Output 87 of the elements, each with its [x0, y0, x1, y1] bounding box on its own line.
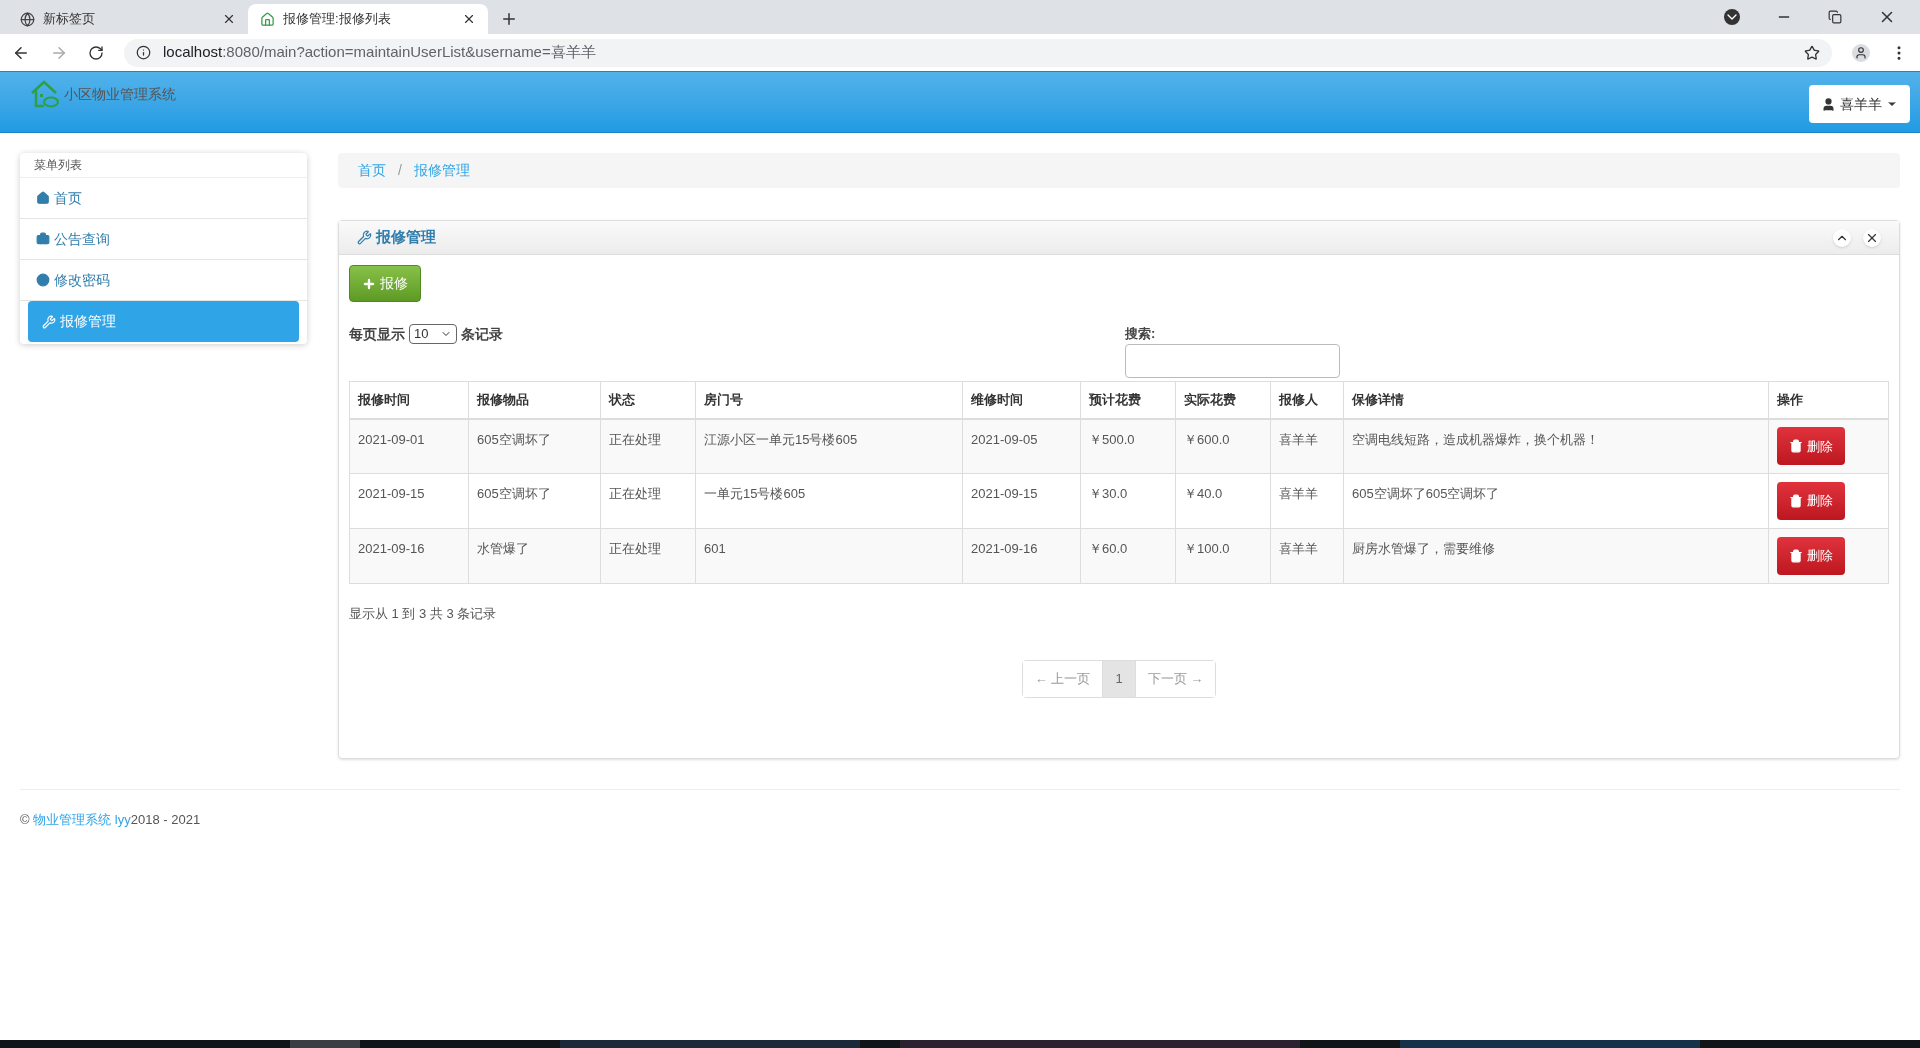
address-bar[interactable]: localhost:8080/main?action=maintainUserList&username=喜羊羊	[124, 38, 1832, 67]
add-repair-button[interactable]: 报修	[349, 265, 421, 302]
breadcrumb-link[interactable]: 首页	[354, 160, 390, 181]
column-header: 状态	[600, 381, 696, 419]
reload-icon[interactable]	[88, 44, 104, 61]
table-cell: 605空调坏了	[468, 418, 601, 474]
column-header: 预计花费	[1080, 381, 1176, 419]
table-cell: 2021-09-15	[962, 473, 1081, 529]
sidebar-title: 菜单列表	[20, 153, 307, 178]
wrench-icon	[42, 314, 56, 329]
table-cell: 喜羊羊	[1270, 473, 1344, 529]
browser-tab[interactable]: 报修管理:报修列表	[248, 4, 488, 34]
table-cell: ￥60.0	[1080, 528, 1176, 584]
brand-title[interactable]: 小区物业管理系统	[64, 83, 176, 105]
table-cell: 空调电线短路，造成机器爆炸，换个机器！	[1343, 418, 1769, 474]
table-cell: 2021-09-16	[349, 528, 469, 584]
table-cell: 正在处理	[600, 473, 696, 529]
page-size-select[interactable]: 10	[409, 324, 457, 344]
search-field[interactable]	[1125, 343, 1340, 378]
column-header: 报修人	[1270, 381, 1344, 419]
home-icon	[36, 191, 50, 205]
table-cell: 厨房水管爆了，需要维修	[1343, 528, 1769, 584]
table-cell: ￥40.0	[1175, 473, 1271, 529]
page-size-suffix: 条记录	[461, 325, 503, 344]
house-icon	[260, 11, 275, 27]
table-cell: 2021-09-15	[349, 473, 469, 529]
tab-title: 报修管理:报修列表	[283, 10, 392, 29]
table-cell: ￥600.0	[1175, 418, 1271, 474]
close-icon[interactable]	[1863, 228, 1881, 247]
table-cell: 605空调坏了605空调坏了	[1343, 473, 1769, 529]
delete-button[interactable]: 删除	[1777, 427, 1845, 466]
pagination-link[interactable]: 1	[1102, 660, 1135, 697]
page-size-label: 每页显示	[349, 325, 405, 344]
profile-icon[interactable]	[1852, 43, 1870, 62]
table-cell: 喜羊羊	[1270, 418, 1344, 474]
breadcrumb-separator: /	[398, 161, 402, 180]
trash-icon	[1789, 549, 1803, 563]
column-header: 报修物品	[468, 381, 601, 419]
table-info: 显示从 1 到 3 共 3 条记录	[349, 605, 498, 623]
close-icon[interactable]	[462, 12, 476, 26]
column-header: 房门号	[695, 381, 963, 419]
panel-title: 报修管理	[376, 227, 436, 248]
wrench-icon	[357, 230, 372, 245]
globe-icon	[20, 11, 35, 27]
footer-text: © 物业管理系统 lyy2018 - 2021	[20, 812, 201, 827]
breadcrumb-link[interactable]: 报修管理	[409, 160, 474, 181]
collapse-icon[interactable]	[1833, 228, 1851, 247]
user-menu-button[interactable]: 喜羊羊	[1809, 85, 1910, 123]
plus-icon	[362, 276, 376, 291]
search-label: 搜索:	[1125, 325, 1157, 343]
column-header: 维修时间	[962, 381, 1081, 419]
delete-button[interactable]: 删除	[1777, 482, 1845, 520]
column-header: 保修详情	[1343, 381, 1769, 419]
tab-title: 新标签页	[43, 10, 96, 29]
user-icon	[1821, 96, 1836, 112]
table-cell: 江源小区一单元15号楼605	[695, 418, 963, 474]
column-header: 报修时间	[349, 381, 469, 419]
briefcase-icon	[36, 232, 50, 246]
close-icon[interactable]	[222, 12, 236, 26]
table-cell: ￥500.0	[1080, 418, 1176, 474]
table-cell: ￥30.0	[1080, 473, 1176, 529]
sidebar-item[interactable]: 报修管理	[28, 301, 299, 342]
footer-link[interactable]: 物业管理系统 lyy	[33, 812, 131, 827]
delete-button[interactable]: 删除	[1777, 537, 1845, 575]
table-cell: 正在处理	[600, 528, 696, 584]
table-cell: ￥100.0	[1175, 528, 1271, 584]
table-cell: 正在处理	[600, 418, 696, 474]
table-cell: 2021-09-16	[962, 528, 1081, 584]
table-cell: 2021-09-05	[962, 418, 1081, 474]
sidebar-item[interactable]: 公告查询	[20, 219, 307, 260]
dropdown-icon[interactable]	[1724, 9, 1740, 25]
trash-icon	[1789, 439, 1803, 454]
table-cell: 601	[695, 528, 963, 584]
bookmark-star-icon[interactable]	[1804, 44, 1820, 61]
sidebar-item[interactable]: 首页	[20, 178, 307, 219]
column-header: 实际花费	[1175, 381, 1271, 419]
table-cell: 2021-09-01	[349, 418, 469, 474]
table-cell: 水管爆了	[468, 528, 601, 584]
house-logo-icon	[30, 80, 60, 108]
column-header: 操作	[1768, 381, 1889, 419]
table-cell: 一单元15号楼605	[695, 473, 963, 529]
restore-icon[interactable]	[1828, 10, 1842, 24]
url-text: localhost:8080/main?action=maintainUserList&username=喜羊羊	[163, 42, 596, 63]
new-tab-icon[interactable]	[500, 10, 518, 28]
trash-icon	[1789, 494, 1803, 508]
table-cell: 605空调坏了	[468, 473, 601, 529]
table-cell: 喜羊羊	[1270, 528, 1344, 584]
